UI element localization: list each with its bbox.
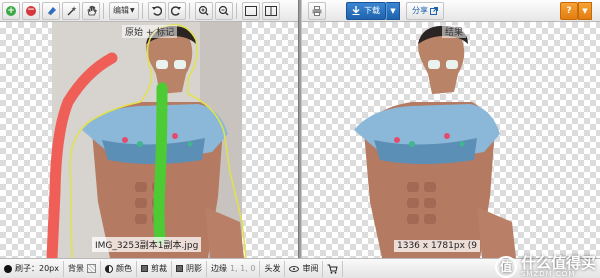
external-link-icon	[430, 6, 438, 15]
chevron-down-icon: ▼	[582, 7, 588, 15]
watermark-domain: SMZDM.COM	[520, 270, 576, 278]
result-pane[interactable]: 结果 1336 x 1781px (9	[302, 22, 600, 258]
download-arrow-icon	[352, 6, 360, 15]
zoom-in-button[interactable]	[194, 1, 213, 20]
help-label: ?	[566, 6, 572, 16]
edit-menu-button[interactable]: 编辑 ▼	[109, 1, 139, 20]
result-photo	[354, 25, 516, 258]
eraser-button[interactable]	[42, 1, 60, 20]
share-button[interactable]: 分享	[406, 1, 444, 20]
crop-label: 剪裁	[151, 264, 167, 273]
printer-icon	[312, 5, 322, 16]
background-label: 背景	[68, 264, 84, 273]
minus-circle-icon: −	[26, 4, 36, 16]
single-pane-icon	[244, 5, 257, 16]
shadow-icon	[176, 265, 183, 272]
original-photo[interactable]	[0, 22, 298, 258]
pan-hand-button[interactable]	[82, 1, 100, 20]
shadow-label: 阴影	[186, 264, 202, 273]
review-option[interactable]: 审阅	[285, 260, 324, 277]
toolbar-separator	[103, 2, 104, 19]
zoom-in-icon	[199, 5, 209, 16]
result-pane-title: 结果	[442, 25, 467, 38]
edge-label: 边缘	[211, 264, 227, 273]
hair-option[interactable]: 头发	[260, 260, 286, 277]
original-pane[interactable]: 原始 + 标记 IMG_3253副本1副本.jpg	[0, 22, 298, 258]
toolbar-separator	[188, 2, 190, 19]
single-view-button[interactable]	[241, 1, 260, 20]
magic-wand-button[interactable]	[62, 1, 80, 20]
zoom-out-button[interactable]	[214, 1, 233, 20]
cart-icon	[327, 264, 339, 274]
brush-label: 刷子：	[15, 264, 39, 273]
contrast-icon	[105, 264, 113, 273]
split-pane-icon	[264, 5, 277, 16]
watermark: 值 什么值得买 SMZDM.COM	[494, 254, 596, 278]
left-toolbar: + − 编辑 ▼	[0, 0, 302, 22]
add-mark-button[interactable]: +	[2, 1, 20, 20]
download-button[interactable]: 下载	[346, 1, 386, 20]
download-options-button[interactable]: ▼	[386, 1, 400, 20]
remove-mark-button[interactable]: −	[22, 1, 40, 20]
edit-label: 编辑	[113, 6, 129, 15]
edge-value: 1, 1, 0	[230, 264, 256, 273]
magic-wand-icon	[67, 6, 76, 16]
toolbar-separator	[141, 2, 143, 19]
crop-option[interactable]: 剪裁	[137, 260, 172, 277]
plus-circle-icon: +	[6, 5, 16, 16]
print-button[interactable]	[308, 1, 326, 20]
watermark-logo-icon: 值	[494, 256, 517, 278]
undo-button[interactable]	[147, 1, 166, 20]
chevron-down-icon: ▼	[130, 7, 135, 14]
right-toolbar: 下载 ▼ 分享 ? ▼	[302, 0, 600, 22]
crop-icon	[141, 265, 148, 272]
eye-icon	[289, 265, 300, 272]
undo-icon	[152, 6, 163, 16]
help-button[interactable]: ?	[560, 2, 578, 20]
hair-label: 头发	[264, 264, 281, 273]
eraser-icon	[47, 7, 56, 16]
brush-dot-icon	[4, 264, 12, 273]
original-filename: IMG_3253副本1副本.jpg	[92, 237, 202, 252]
result-dimensions: 1336 x 1781px (9	[394, 240, 480, 252]
watermark-text: 什么值得买	[520, 254, 596, 272]
cart-option[interactable]	[323, 260, 344, 277]
zoom-out-icon	[219, 5, 229, 16]
help-menu-button[interactable]: ▼	[578, 2, 592, 20]
edge-option[interactable]: 边缘 1, 1, 0	[207, 260, 261, 277]
redo-button[interactable]	[167, 1, 186, 20]
background-option[interactable]: 背景	[64, 260, 101, 277]
review-label: 审阅	[302, 264, 319, 273]
redo-icon	[171, 6, 182, 16]
brush-size-value: 20px	[39, 264, 59, 273]
shadow-option[interactable]: 阴影	[172, 260, 207, 277]
share-label: 分享	[412, 6, 428, 15]
split-view-button[interactable]	[261, 1, 280, 20]
original-pane-title: 原始 + 标记	[122, 25, 178, 38]
download-label: 下载	[364, 6, 380, 15]
transparent-swatch-icon	[87, 264, 96, 273]
toolbar-separator	[235, 2, 237, 19]
background-remover-app: + − 编辑 ▼ 下载 ▼ 分享 ? ▼ 原始 + 标记 IMG_3253副本1…	[0, 0, 600, 278]
brush-size-control[interactable]: 刷子： 20px	[0, 260, 64, 277]
color-label: 颜色	[116, 264, 132, 273]
hand-icon	[87, 5, 97, 16]
chevron-down-icon: ▼	[390, 6, 396, 15]
color-option[interactable]: 颜色	[101, 260, 137, 277]
